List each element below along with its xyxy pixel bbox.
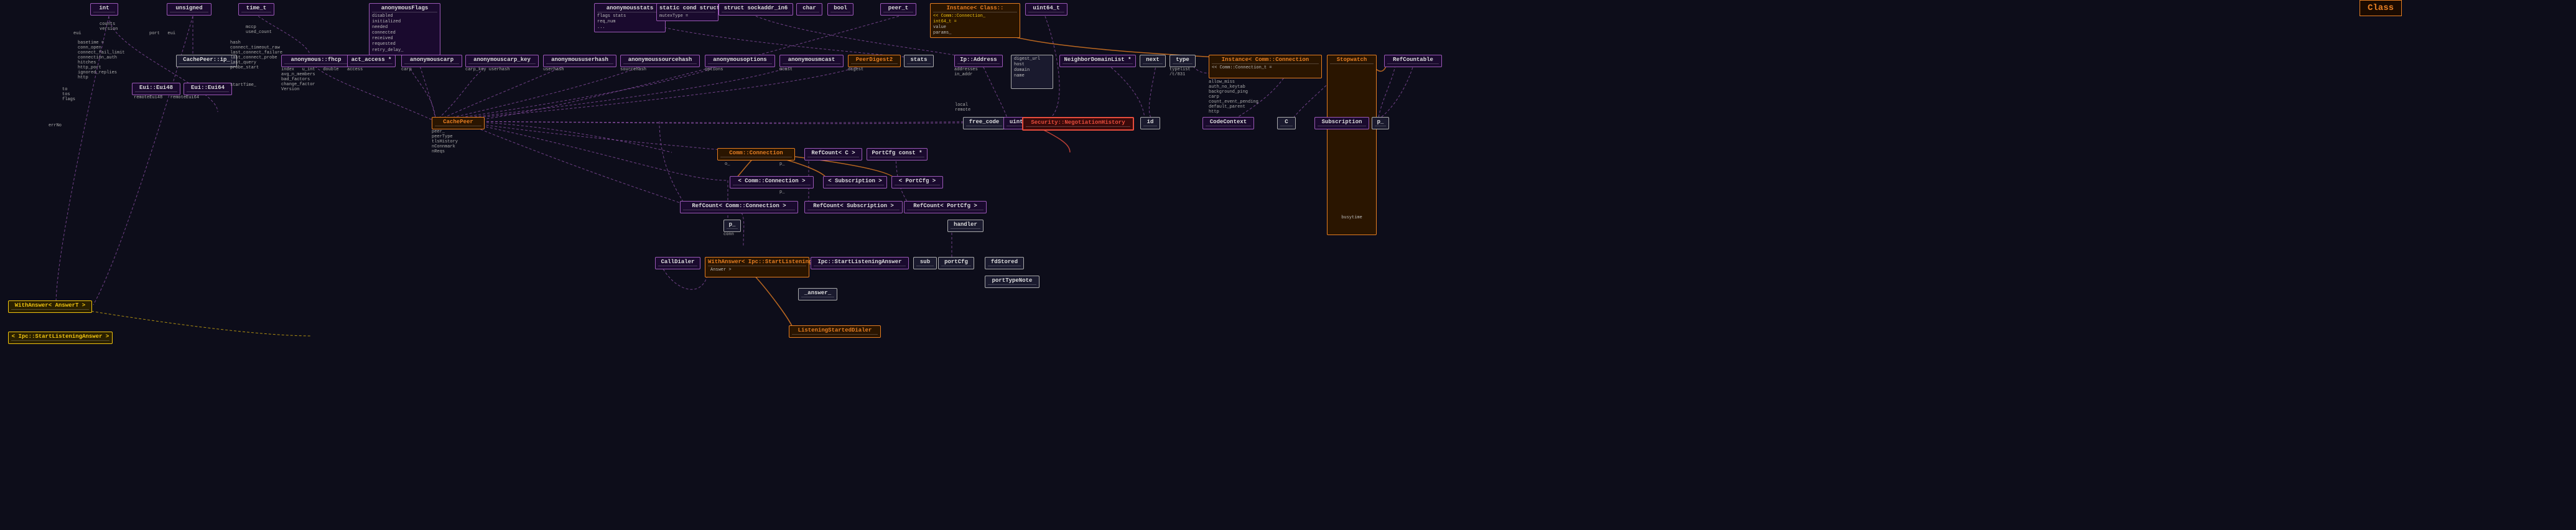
mccp-fields: mccpused_count — [246, 25, 272, 35]
node-refcount-c[interactable]: RefCount< C > — [804, 148, 862, 160]
node-p2[interactable]: p_ — [1372, 117, 1389, 129]
node-refcount-comm-conn[interactable]: RefCount< Comm::Connection > — [680, 201, 798, 213]
node-anon-sourcehash[interactable]: anonymoussourcehash — [620, 55, 700, 67]
node-fd-stored[interactable]: fdStored — [985, 257, 1024, 269]
node-c[interactable]: C — [1277, 117, 1296, 129]
local-field: localremote — [955, 103, 970, 113]
node-subscription-wrapper[interactable]: < Subscription > — [823, 176, 887, 188]
node-free-code[interactable]: free_code — [963, 117, 1005, 129]
instance-fields: allow_missauth_no_keytabbackground_pingc… — [1209, 80, 1258, 119]
node-anon-mcast[interactable]: anonymousmcast — [779, 55, 844, 67]
remoteEui-fields: remoteEui48 remoteEui64 — [134, 95, 199, 100]
node-with-answer-listening[interactable]: WithAnswer< Ipc::StartListening Answer > — [705, 257, 809, 277]
to-tos-fields: totosflags — [62, 87, 75, 102]
digest-field: digest — [848, 67, 863, 72]
port-fields: port eui — [149, 31, 175, 36]
node-anon-fhcp[interactable]: anonymous::fhcp — [281, 55, 351, 67]
carp-key-field: carp_key userhash — [465, 67, 509, 72]
node-anon-carp-key[interactable]: anonymouscarp_key — [465, 55, 539, 67]
mcast-field: mcast — [779, 67, 793, 72]
node-with-answer-main[interactable]: WithAnswer< AnswerT > — [8, 300, 92, 313]
int-fields: countsversion — [100, 22, 118, 32]
node-id[interactable]: id — [1140, 117, 1160, 129]
node-ipc-start-listening[interactable]: Ipc::StartListeningAnswer — [811, 257, 909, 269]
userhash-field: userhash — [543, 67, 564, 72]
node-neighbor-domain[interactable]: NeighborDomainList * — [1059, 55, 1136, 67]
cachepeer-bottom-fields: peer_peerTypetlsHistorynConnmarknReqs — [432, 129, 458, 154]
node-struct-sockaddr[interactable]: struct sockaddr_in6 — [718, 3, 793, 16]
carp-field: carp — [401, 67, 412, 72]
u-int-double-fields: index u_int doubleavg_n_membersbad_facto… — [281, 67, 338, 92]
node-char[interactable]: char — [796, 3, 822, 16]
node-subscription[interactable]: Subscription — [1314, 117, 1369, 129]
left-fields: eui — [73, 31, 81, 36]
p-bottom-field: p_ — [779, 162, 784, 167]
node-sub[interactable]: sub — [913, 257, 937, 269]
node-port-type-note[interactable]: portTypeNote — [985, 276, 1039, 288]
node-cachepeer-main[interactable]: CachePeer — [432, 117, 485, 129]
node-uint64-t[interactable]: uint64_t — [1025, 3, 1067, 16]
node-anon-carp[interactable]: anonymouscarp — [401, 55, 462, 67]
access-field: access — [347, 67, 363, 72]
node-handler[interactable]: handler — [947, 220, 983, 232]
node-p-conn[interactable]: p_ — [723, 220, 741, 232]
node-cachepeer-ip[interactable]: CachePeer::ip_ — [176, 55, 237, 67]
node-peer-t[interactable]: peer_t — [880, 3, 916, 16]
node-answer[interactable]: _answer_ — [798, 288, 837, 300]
node-refcount-portcfg[interactable]: RefCount< PortCfg > — [904, 201, 987, 213]
node-comm-conn-wrapper[interactable]: < Comm::Connection > — [730, 176, 814, 188]
options-field: options — [705, 67, 723, 72]
conn-field: conn — [723, 232, 734, 237]
node-portcfg-const[interactable]: PortCfg const * — [867, 148, 928, 160]
node-bool[interactable]: bool — [827, 3, 853, 16]
node-stats[interactable]: stats — [904, 55, 934, 67]
node-call-dialer[interactable]: CallDialer — [655, 257, 700, 269]
node-next[interactable]: next — [1140, 55, 1166, 67]
ipaddr-fields: addressesin_addr — [954, 67, 978, 77]
node-anon-options[interactable]: anonymousoptions — [705, 55, 775, 67]
node-refcount-sub[interactable]: RefCount< Subscription > — [804, 201, 903, 213]
node-unsigned[interactable]: unsigned — [167, 3, 212, 16]
node-eui48[interactable]: Eui::Eui48 — [132, 83, 180, 95]
starttime-field: startTime_ — [230, 83, 256, 88]
node-digest-url[interactable]: digest_urlhostdomainname — [1011, 55, 1053, 89]
node-ip-address[interactable]: Ip::Address — [954, 55, 1003, 67]
hash-fields: hashconnect_timeout_rawlast_connect_fail… — [230, 40, 282, 70]
node-security-neg-history[interactable]: Security::NegotiationHistory — [1022, 117, 1134, 131]
node-instance-class[interactable]: Instance< Class:: << Comm::Connection_in… — [930, 3, 1020, 38]
node-comm-connection[interactable]: Comm::Connection — [717, 148, 795, 160]
p-conn-field: p_ — [779, 190, 784, 195]
node-refcountable[interactable]: RefCountable — [1384, 55, 1442, 67]
connections-svg — [0, 0, 2576, 530]
node-type[interactable]: type — [1169, 55, 1196, 67]
sourcehash-field: sourcehash — [620, 67, 646, 72]
node-instance-comm-conn[interactable]: Instance< Comm::Connection << Comm::Conn… — [1209, 55, 1322, 78]
node-int[interactable]: int — [90, 3, 118, 16]
node-portcfg-wrapper[interactable]: < PortCfg > — [891, 176, 943, 188]
node-static-cond[interactable]: static cond struct mutexType = — [656, 3, 718, 21]
typelist-field: typelist/t/831 — [1169, 67, 1191, 77]
node-act-access[interactable]: act_access * — [347, 55, 396, 67]
node-eui64[interactable]: Eui::Eui64 — [184, 83, 232, 95]
base-fields: basetime =conn_openconnect_fail_limitcon… — [78, 40, 125, 80]
node-anon-userhash[interactable]: anonymoususerhash — [543, 55, 616, 67]
node-time-t[interactable]: time_t — [238, 3, 274, 16]
node-anonymous-stats[interactable]: anonymousstats flags statsreq_num... — [594, 3, 666, 32]
node-portcfg[interactable]: portCfg — [938, 257, 974, 269]
o-field: o_ — [725, 162, 730, 167]
node-ipc-start-link[interactable]: < Ipc::StartListeningAnswer > — [8, 332, 113, 344]
diagram-canvas: int unsigned time_t anonymousFlags disab… — [0, 0, 2576, 530]
node-anonymous-flags[interactable]: anonymousFlags disabledinitializedneeded… — [369, 3, 440, 55]
class-label: Class — [2360, 0, 2402, 16]
node-peerdigest[interactable]: PeerDigest2 — [848, 55, 901, 67]
node-listening-started-dialer[interactable]: ListeningStartedDialer — [789, 325, 881, 338]
node-code-context[interactable]: CodeContext — [1202, 117, 1254, 129]
errno-field: errNo — [49, 123, 62, 128]
node-stopwatch[interactable]: Stopwatch busytime — [1327, 55, 1377, 235]
